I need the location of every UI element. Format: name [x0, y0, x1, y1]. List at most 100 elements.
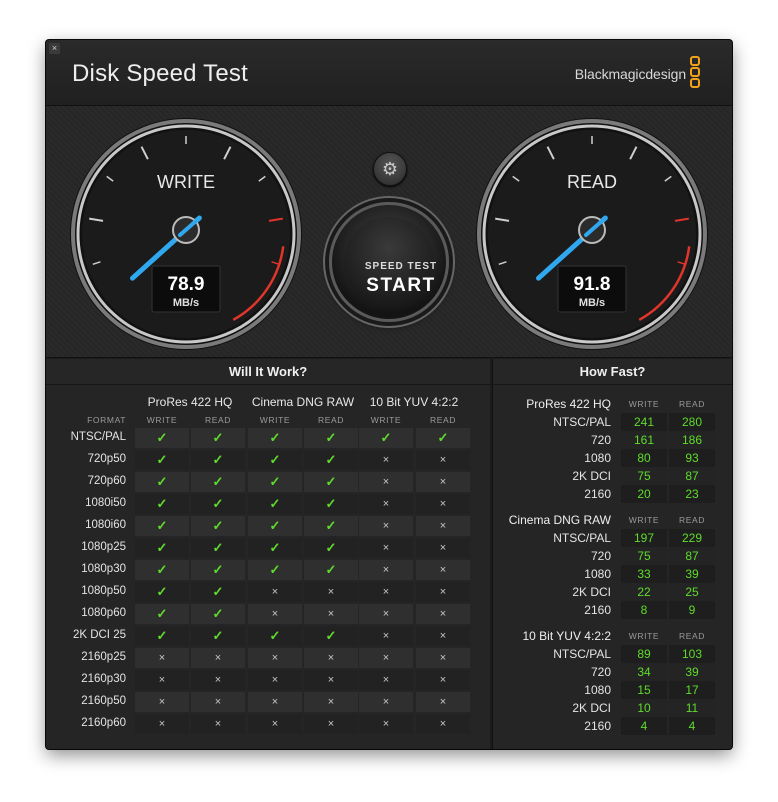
check-icon: ✓ — [191, 582, 245, 602]
check-icon: ✓ — [304, 472, 358, 492]
will-format-label: 2160p60 — [81, 717, 126, 729]
cross-icon: × — [191, 670, 245, 690]
will-group-header: Cinema DNG RAW — [251, 395, 355, 409]
check-icon: ✓ — [304, 428, 358, 448]
close-button[interactable]: × — [49, 43, 60, 54]
cross-icon: × — [248, 648, 302, 668]
how-fast-write-value: 80 — [621, 449, 667, 467]
cross-icon: × — [304, 692, 358, 712]
will-format-header: FORMAT — [87, 415, 126, 425]
check-icon: ✓ — [135, 450, 189, 470]
how-fast-title: How Fast? — [493, 359, 732, 385]
will-format-label: 720p50 — [87, 453, 126, 465]
cross-icon: × — [359, 604, 413, 624]
how-fast-read-value: 23 — [669, 485, 715, 503]
will-format-label: 2K DCI 25 — [72, 629, 126, 641]
cross-icon: × — [416, 516, 470, 536]
check-icon: ✓ — [135, 560, 189, 580]
cross-icon: × — [416, 538, 470, 558]
cross-icon: × — [416, 604, 470, 624]
check-icon: ✓ — [304, 494, 358, 514]
cross-icon: × — [304, 604, 358, 624]
read-speed-value: 91.8 — [574, 274, 611, 295]
how-fast-write-value: 89 — [621, 645, 667, 663]
will-col-subheader: WRITE — [259, 415, 291, 425]
check-icon: ✓ — [248, 516, 302, 536]
cross-icon: × — [135, 648, 189, 668]
read-speed-unit: MB/s — [579, 297, 605, 309]
cross-icon: × — [359, 494, 413, 514]
check-icon: ✓ — [135, 538, 189, 558]
how-fast-write-header: WRITE — [628, 399, 660, 409]
will-group-header: ProRes 422 HQ — [147, 395, 233, 409]
will-it-work-panel: Will It Work? ProRes 422 HQ Cinema DNG RA… — [46, 359, 490, 749]
cross-icon: × — [248, 670, 302, 690]
how-fast-format-label: 2K DCI — [572, 701, 611, 715]
cross-icon: × — [416, 670, 470, 690]
start-button-face[interactable]: SPEED TEST START — [344, 217, 436, 307]
title-bar: × Disk Speed Test Blackmagicdesign — [46, 40, 732, 106]
check-icon: ✓ — [135, 604, 189, 624]
cross-icon: × — [359, 472, 413, 492]
check-icon: ✓ — [135, 428, 189, 448]
cross-icon: × — [304, 670, 358, 690]
check-icon: ✓ — [304, 560, 358, 580]
read-gauge-label: READ — [567, 172, 617, 192]
how-fast-format-label: 2160 — [584, 487, 611, 501]
how-fast-read-value: 229 — [669, 529, 715, 547]
how-fast-write-value: 197 — [621, 529, 667, 547]
how-fast-format-label: NTSC/PAL — [553, 531, 611, 545]
how-fast-read-value: 39 — [669, 565, 715, 583]
check-icon: ✓ — [248, 494, 302, 514]
how-fast-write-value: 75 — [621, 467, 667, 485]
how-fast-read-value: 25 — [669, 583, 715, 601]
how-fast-format-label: 1080 — [584, 567, 611, 581]
how-fast-write-value: 34 — [621, 663, 667, 681]
cross-icon: × — [135, 692, 189, 712]
how-fast-write-value: 10 — [621, 699, 667, 717]
will-format-label: 2160p30 — [81, 673, 126, 685]
start-button-line2: START — [366, 275, 436, 296]
how-fast-write-value: 241 — [621, 413, 667, 431]
will-col-subheader: WRITE — [146, 415, 178, 425]
will-format-label: 1080i60 — [85, 519, 126, 531]
cross-icon: × — [135, 670, 189, 690]
disk-speed-test-window: × Disk Speed Test Blackmagicdesign WRITE… — [46, 40, 732, 749]
will-col-subheader: WRITE — [370, 415, 402, 425]
check-icon: ✓ — [304, 626, 358, 646]
check-icon: ✓ — [248, 626, 302, 646]
check-icon: ✓ — [191, 560, 245, 580]
cross-icon: × — [359, 670, 413, 690]
how-fast-write-header: WRITE — [628, 515, 660, 525]
cross-icon: × — [191, 648, 245, 668]
cross-icon: × — [191, 714, 245, 734]
check-icon: ✓ — [191, 626, 245, 646]
check-icon: ✓ — [135, 516, 189, 536]
how-fast-read-value: 186 — [669, 431, 715, 449]
check-icon: ✓ — [191, 472, 245, 492]
will-format-label: 1080i50 — [85, 497, 126, 509]
cross-icon: × — [359, 582, 413, 602]
check-icon: ✓ — [191, 516, 245, 536]
how-fast-write-value: 4 — [621, 717, 667, 735]
how-fast-read-header: READ — [678, 399, 706, 409]
cross-icon: × — [248, 692, 302, 712]
will-format-label: 1080p60 — [81, 607, 126, 619]
gauge-area: WRITE 78.9 MB/s READ 91.8 MB/s ⚙ SPEED TEST … — [46, 106, 732, 358]
settings-gear-icon[interactable]: ⚙ — [373, 152, 407, 186]
start-button-line1: SPEED TEST — [364, 261, 438, 272]
speed-test-start-button[interactable]: SPEED TEST START — [329, 202, 449, 322]
how-fast-write-value: 8 — [621, 601, 667, 619]
cross-icon: × — [359, 692, 413, 712]
how-fast-read-value: 9 — [669, 601, 715, 619]
how-fast-group-title: 10 Bit YUV 4:2:2 — [522, 629, 612, 643]
write-speed-unit: MB/s — [173, 297, 199, 309]
write-gauge: WRITE 78.9 MB/s — [70, 118, 302, 350]
check-icon: ✓ — [248, 560, 302, 580]
how-fast-write-value: 15 — [621, 681, 667, 699]
how-fast-read-value: 11 — [669, 699, 715, 717]
how-fast-write-value: 33 — [621, 565, 667, 583]
will-format-label: 2160p50 — [81, 695, 126, 707]
check-icon: ✓ — [135, 472, 189, 492]
how-fast-read-value: 87 — [669, 547, 715, 565]
